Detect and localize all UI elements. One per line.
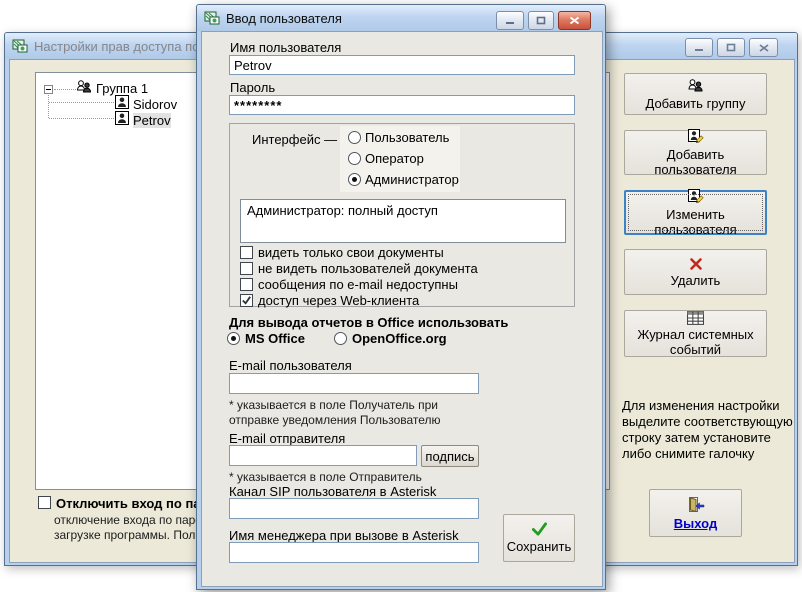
manager-name-input[interactable] — [229, 542, 479, 563]
email-user-input[interactable] — [229, 373, 479, 394]
checkbox-web-client[interactable] — [240, 294, 253, 307]
email-user-label: E-mail пользователя — [229, 358, 352, 373]
tree-connector — [49, 102, 114, 103]
checkbox-hide-users-label: не видеть пользователей документа — [258, 261, 478, 276]
radio-ms-office-label: MS Office — [245, 331, 305, 346]
email-user-note-2: отправке уведомления Пользователю — [229, 413, 441, 427]
exit-label: Выход — [673, 515, 718, 531]
help-text: Для изменения настройки выделите соответ… — [622, 398, 793, 462]
disable-login-label: Отключить вход по паро — [56, 496, 217, 511]
system-journal-button[interactable]: Журнал системных событий — [624, 310, 767, 357]
interface-radio-admin-label: Администратор — [365, 172, 459, 187]
edit-user-button[interactable]: Изменить пользователя — [624, 188, 767, 237]
help-line-2: выделите соответствующую — [622, 414, 793, 429]
save-check-icon — [529, 522, 549, 537]
disable-login-desc-2: загрузке программы. Полнь — [54, 528, 209, 542]
checkbox-email-unavailable[interactable] — [240, 278, 253, 291]
tree-item-user-petrov[interactable]: Petrov — [133, 113, 171, 128]
tree-connector — [54, 89, 76, 90]
radio-ms-office[interactable] — [227, 332, 240, 345]
sip-channel-label: Канал SIP пользователя в Asterisk — [229, 484, 437, 499]
dialog-maximize-button[interactable] — [528, 11, 554, 30]
delete-icon — [689, 257, 703, 271]
user-icon — [115, 95, 129, 109]
dialog-client-area: Имя пользователя Пароль Интерфейс — Поль… — [201, 31, 603, 587]
signature-button-label: подпись — [425, 448, 475, 464]
email-user-note-1: * указывается в поле Получатель при — [229, 398, 438, 412]
tree-connector — [49, 118, 114, 119]
help-line-4: либо снимите галочку — [622, 446, 755, 461]
interface-radio-operator[interactable] — [348, 152, 361, 165]
add-group-button[interactable]: Добавить группу — [624, 73, 767, 115]
email-sender-label: E-mail отправителя — [229, 431, 346, 446]
user-icon — [115, 111, 129, 125]
manager-name-label: Имя менеджера при вызове в Asterisk — [229, 528, 459, 543]
checkbox-own-documents[interactable] — [240, 246, 253, 259]
tree-item-user-sidorov[interactable]: Sidorov — [133, 97, 177, 112]
username-input[interactable] — [229, 55, 575, 75]
email-sender-input[interactable] — [229, 445, 417, 466]
radio-openoffice[interactable] — [334, 332, 347, 345]
exit-button[interactable]: Выход — [649, 489, 742, 537]
tree-collapse-icon[interactable] — [44, 85, 53, 94]
exit-door-icon — [686, 496, 706, 514]
add-group-icon — [687, 78, 704, 94]
tree-item-group[interactable]: Группа 1 — [96, 81, 148, 96]
disable-login-checkbox[interactable] — [38, 496, 51, 509]
main-close-button[interactable] — [749, 38, 778, 57]
add-group-label: Добавить группу — [645, 95, 746, 111]
add-user-icon — [687, 128, 704, 145]
username-label: Имя пользователя — [230, 40, 342, 55]
signature-button[interactable]: подпись — [421, 445, 479, 467]
delete-label: Удалить — [670, 272, 721, 288]
journal-icon — [687, 310, 704, 325]
dialog-close-button[interactable] — [558, 11, 591, 30]
add-user-button[interactable]: Добавить пользователя — [624, 128, 767, 177]
interface-groupbox: Интерфейс — Пользователь Оператор Админи… — [229, 123, 575, 308]
add-user-label: Добавить пользователя — [654, 146, 737, 177]
checkbox-own-documents-label: видеть только свои документы — [258, 245, 444, 260]
checkbox-hide-users[interactable] — [240, 262, 253, 275]
password-label: Пароль — [230, 80, 276, 95]
app-icon — [204, 10, 220, 26]
dialog-minimize-button[interactable] — [496, 11, 524, 30]
office-section-label: Для вывода отчетов в Office использовать — [229, 315, 509, 330]
main-minimize-button[interactable] — [685, 38, 713, 57]
user-entry-dialog: Ввод пользователя Имя пользователя Парол… — [196, 4, 606, 590]
delete-button[interactable]: Удалить — [624, 249, 767, 295]
disable-login-desc-1: отключение входа по парол — [54, 513, 209, 527]
checkbox-web-client-label: доступ через Web-клиента — [258, 293, 420, 308]
interface-description-box: Администратор: полный доступ — [240, 199, 566, 243]
interface-radio-user-label: Пользователь — [365, 130, 450, 145]
help-line-3: строку затем установите — [622, 430, 771, 445]
checkbox-email-unavailable-label: сообщения по e-mail недоступны — [258, 277, 458, 292]
main-maximize-button[interactable] — [717, 38, 745, 57]
sip-channel-input[interactable] — [229, 498, 479, 519]
main-window-title: Настройки прав доступа поль — [34, 38, 214, 54]
radio-openoffice-label: OpenOffice.org — [352, 331, 447, 346]
interface-radio-user[interactable] — [348, 131, 361, 144]
tree-connector — [48, 95, 49, 118]
dialog-title: Ввод пользователя — [226, 10, 342, 26]
group-icon — [76, 79, 92, 95]
system-journal-label: Журнал системных событий — [637, 326, 754, 357]
interface-radio-operator-label: Оператор — [365, 151, 424, 166]
interface-label: Интерфейс — — [252, 132, 338, 147]
interface-radio-admin[interactable] — [348, 173, 361, 186]
save-button-label: Сохранить — [506, 539, 572, 554]
interface-radio-panel: Пользователь Оператор Администратор — [340, 126, 460, 192]
save-button[interactable]: Сохранить — [503, 514, 575, 562]
help-line-1: Для изменения настройки — [622, 398, 780, 413]
email-sender-note: * указывается в поле Отправитель — [229, 470, 422, 484]
focus-ring — [628, 194, 763, 231]
password-input[interactable] — [229, 95, 575, 115]
check-icon — [242, 296, 251, 305]
app-icon — [12, 38, 28, 54]
